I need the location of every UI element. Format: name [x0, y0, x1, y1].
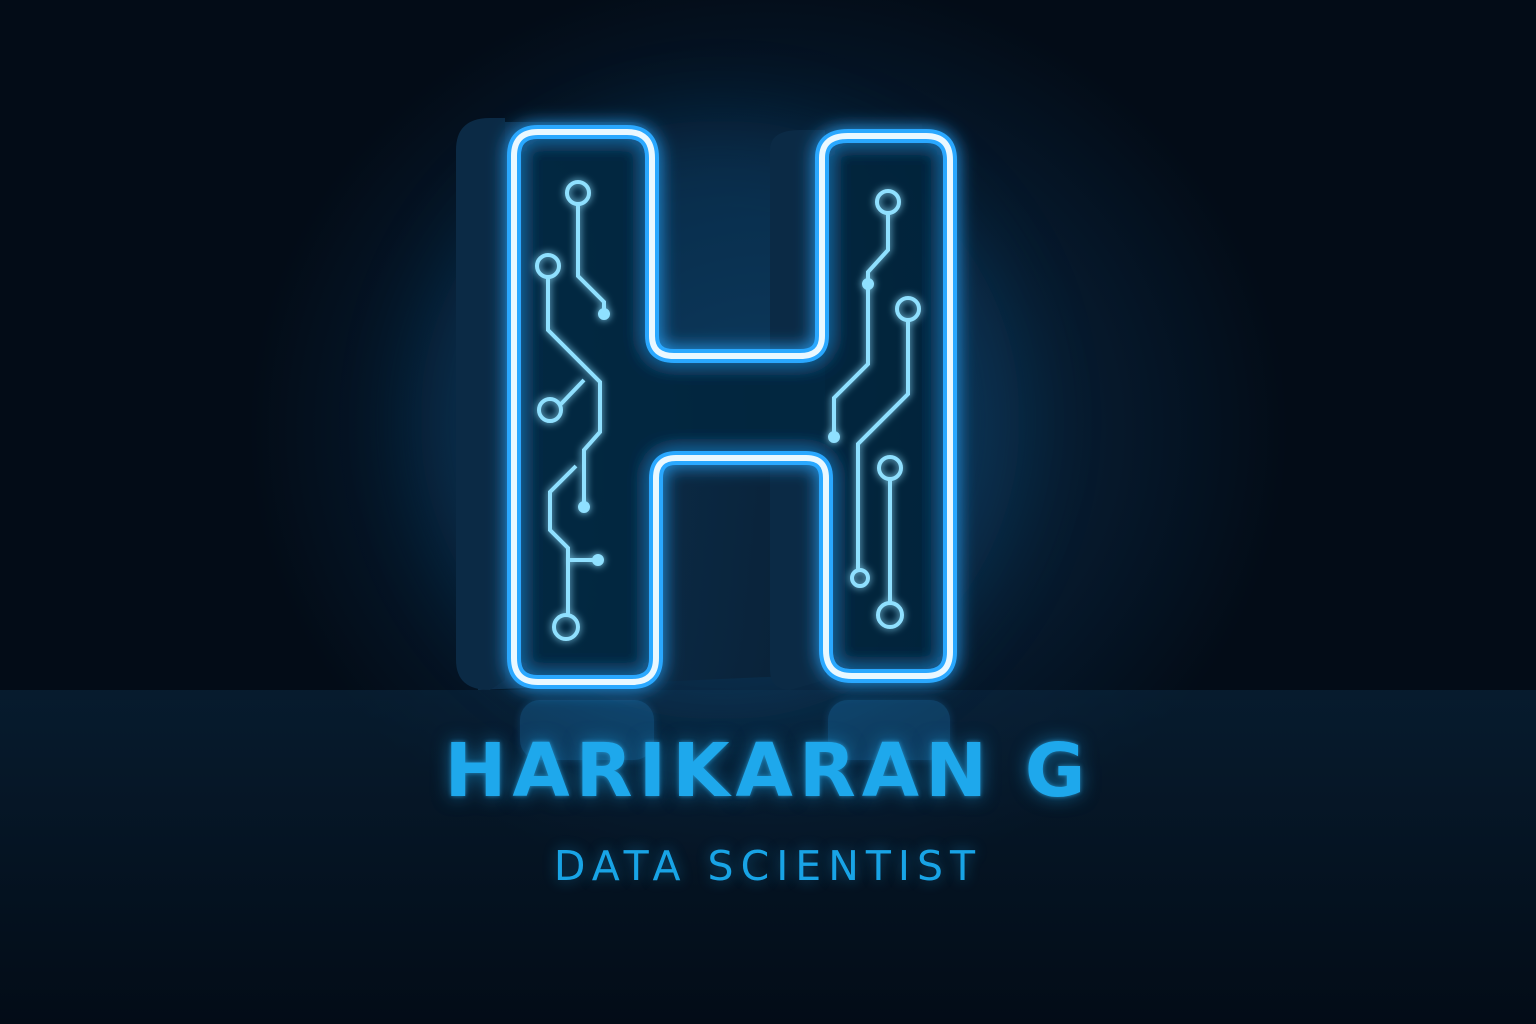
owner-name: HARIKARAN G [444, 728, 1092, 814]
logo-canvas: HARIKARAN G DATA SCIENTIST [0, 0, 1536, 1024]
owner-role: DATA SCIENTIST [553, 842, 983, 890]
